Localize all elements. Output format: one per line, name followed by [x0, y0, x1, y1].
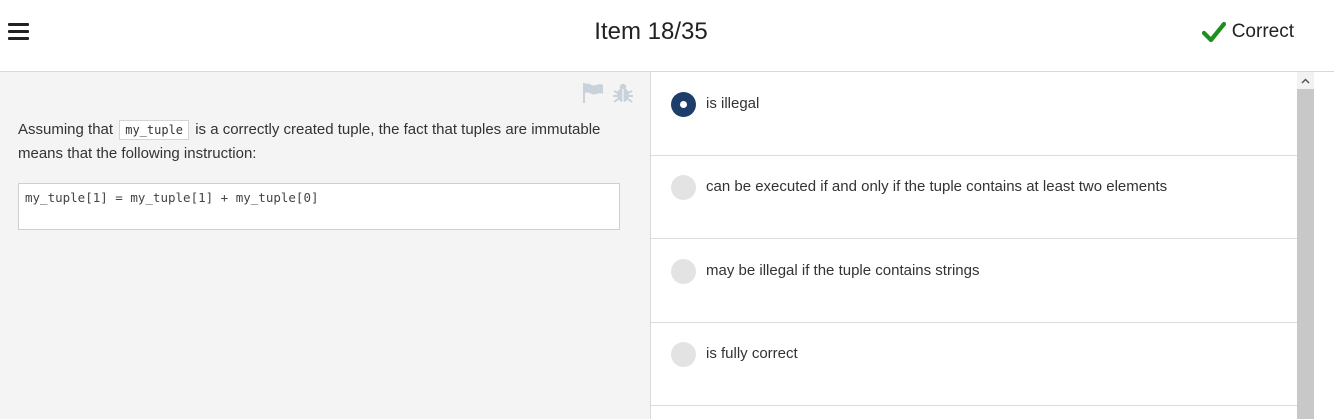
question-tools	[582, 82, 634, 104]
radio-unselected[interactable]	[671, 259, 696, 284]
item-counter: Item 18/35	[594, 18, 708, 45]
scrollbar[interactable]	[1297, 72, 1314, 419]
answer-option[interactable]: can be executed if and only if the tuple…	[651, 155, 1297, 239]
answer-label: is illegal	[706, 95, 760, 112]
bug-icon[interactable]	[612, 82, 634, 104]
answer-label: is fully correct	[706, 345, 798, 362]
answers-panel: is illegal can be executed if and only i…	[651, 72, 1297, 419]
code-block: my_tuple[1] = my_tuple[1] + my_tuple[0]	[18, 183, 620, 230]
answer-option[interactable]: is illegal	[651, 72, 1297, 156]
top-bar: Item 18/35 Correct	[0, 0, 1334, 72]
question-text-before: Assuming that	[18, 121, 114, 138]
question-panel: Assuming that my_tuple is a correctly cr…	[0, 72, 651, 419]
answer-option[interactable]: is fully correct	[651, 322, 1297, 406]
inline-code: my_tuple	[119, 120, 190, 140]
question-text: Assuming that my_tuple is a correctly cr…	[18, 118, 618, 166]
flag-icon[interactable]	[582, 82, 604, 104]
answer-label: may be illegal if the tuple contains str…	[706, 262, 980, 279]
status-indicator: Correct	[1201, 18, 1294, 46]
scroll-up-arrow-icon[interactable]	[1297, 72, 1314, 89]
checkmark-icon	[1201, 21, 1226, 43]
scrollbar-thumb[interactable]	[1297, 89, 1314, 419]
answer-label: can be executed if and only if the tuple…	[706, 178, 1168, 195]
radio-selected[interactable]	[671, 92, 696, 117]
radio-unselected[interactable]	[671, 342, 696, 367]
status-label: Correct	[1231, 21, 1294, 42]
window-gutter	[1314, 72, 1334, 419]
radio-unselected[interactable]	[671, 175, 696, 200]
answer-option[interactable]: may be illegal if the tuple contains str…	[651, 239, 1297, 323]
